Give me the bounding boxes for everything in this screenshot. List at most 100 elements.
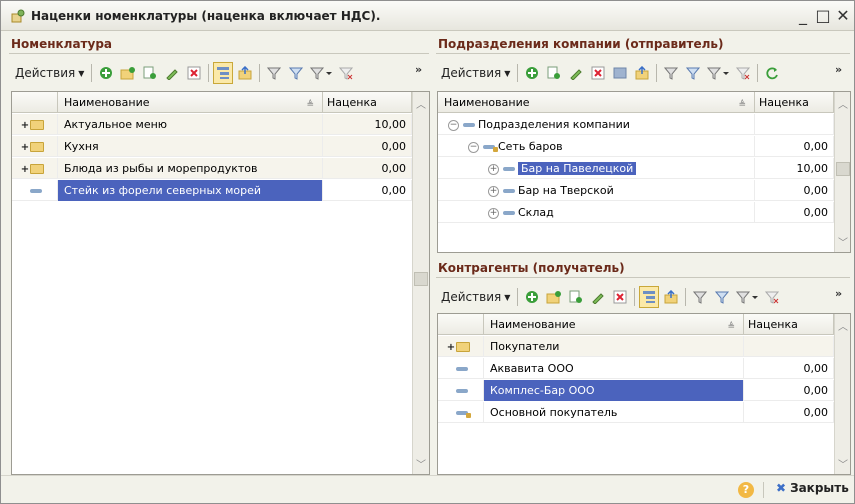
table-row[interactable]: + Актуальное меню 10,00 [12, 114, 412, 135]
scroll-down-icon[interactable]: ﹀ [838, 456, 848, 471]
counterparty-markup[interactable] [744, 336, 834, 357]
add-folder-icon[interactable] [118, 62, 138, 84]
filter-icon[interactable] [661, 62, 681, 84]
bottom-right-scrollbar[interactable]: ︿ ﹀ [834, 314, 850, 474]
top-right-col-markup-header[interactable]: Наценка [755, 92, 834, 113]
item-markup[interactable]: 0,00 [323, 136, 412, 157]
left-toolbar-more[interactable]: » [415, 63, 422, 76]
table-row[interactable]: + Блюда из рыбы и морепродуктов 0,00 [12, 158, 412, 179]
close-button[interactable]: ✖ Закрыть [776, 481, 849, 495]
expand-icon[interactable]: + [488, 185, 499, 197]
top-right-toolbar-more[interactable]: » [835, 63, 842, 76]
bottom-right-col-name-header[interactable]: Наименование ≜ [484, 314, 744, 335]
grid-icon[interactable] [610, 62, 630, 84]
item-markup[interactable]: 0,00 [755, 202, 834, 223]
vertical-splitter[interactable] [430, 33, 434, 475]
tree-row[interactable]: − Сеть баров 0,00 [438, 136, 834, 157]
tree-row[interactable]: + Бар на Павелецкой 10,00 [438, 158, 834, 179]
clear-filter-icon[interactable] [762, 286, 782, 308]
expand-icon[interactable]: + [20, 159, 30, 180]
edit-icon[interactable] [588, 286, 608, 308]
refresh-icon[interactable] [762, 62, 782, 84]
filter-icon[interactable] [264, 62, 284, 84]
add-icon[interactable] [522, 62, 542, 84]
collapse-icon[interactable]: − [448, 119, 459, 131]
scroll-thumb[interactable] [836, 162, 850, 176]
scroll-down-icon[interactable]: ﹀ [838, 234, 848, 249]
filter-menu-icon[interactable] [734, 286, 760, 308]
filter-menu-icon[interactable] [308, 62, 334, 84]
left-scrollbar[interactable]: ︿ ﹀ [412, 92, 429, 474]
copy-icon[interactable] [544, 62, 564, 84]
filter-icon[interactable] [690, 286, 710, 308]
counterparty-markup[interactable]: 0,00 [744, 380, 834, 401]
delete-icon[interactable] [588, 62, 608, 84]
counterparty-markup[interactable]: 0,00 [744, 402, 834, 423]
add-icon[interactable] [96, 62, 116, 84]
bottom-right-actions-menu[interactable]: Действия ▼ [437, 286, 514, 308]
left-col-name-header[interactable]: Наименование ≜ [58, 92, 323, 113]
table-row[interactable]: Основной покупатель 0,00 [438, 402, 834, 423]
expand-icon[interactable]: + [488, 207, 499, 219]
table-row[interactable]: + Кухня 0,00 [12, 136, 412, 157]
table-row[interactable]: Комплес-Бар ООО 0,00 [438, 380, 834, 401]
expand-icon[interactable]: + [20, 115, 30, 136]
tree-row[interactable]: − Подразделения компании [438, 114, 834, 135]
close-window-button[interactable]: ✕ [834, 6, 852, 25]
expand-icon[interactable]: + [446, 337, 456, 358]
item-markup[interactable]: 0,00 [755, 180, 834, 201]
table-row[interactable]: Стейк из форели северных морей 0,00 [12, 180, 412, 201]
delete-icon[interactable] [610, 286, 630, 308]
expand-icon[interactable]: + [20, 137, 30, 158]
up-level-icon[interactable] [661, 286, 681, 308]
left-actions-menu[interactable]: Действия ▼ [11, 62, 88, 84]
expand-icon[interactable]: + [488, 163, 499, 175]
left-col-markup-header[interactable]: Наценка [323, 92, 412, 113]
item-markup[interactable]: 10,00 [755, 158, 834, 179]
help-icon[interactable]: ? [738, 482, 754, 498]
item-markup[interactable]: 0,00 [323, 180, 412, 201]
filter-by-value-icon[interactable] [286, 62, 306, 84]
table-row[interactable]: + Покупатели [438, 336, 834, 357]
tree-cell: + Бар на Павелецкой [438, 158, 755, 179]
top-right-actions-label: Действия [441, 66, 502, 80]
top-right-col-name-header[interactable]: Наименование ≜ [438, 92, 755, 113]
table-row[interactable]: Аквавита ООО 0,00 [438, 358, 834, 379]
edit-icon[interactable] [162, 62, 182, 84]
copy-icon[interactable] [140, 62, 160, 84]
top-right-scrollbar[interactable]: ︿ ﹀ [834, 92, 850, 252]
top-right-actions-menu[interactable]: Действия ▼ [437, 62, 514, 84]
scroll-up-icon[interactable]: ︿ [838, 96, 848, 111]
hierarchy-icon[interactable] [639, 286, 660, 308]
bottom-right-toolbar-more[interactable]: » [835, 287, 842, 300]
add-folder-icon[interactable] [544, 286, 564, 308]
filter-by-value-icon[interactable] [683, 62, 703, 84]
hierarchy-icon[interactable] [213, 62, 234, 84]
delete-icon[interactable] [184, 62, 204, 84]
minimize-button[interactable]: _ [794, 6, 812, 25]
scroll-down-icon[interactable]: ﹀ [416, 456, 426, 471]
clear-filter-icon[interactable] [336, 62, 356, 84]
item-markup[interactable]: 0,00 [323, 158, 412, 179]
bottom-right-col-markup-header[interactable]: Наценка [744, 314, 834, 335]
edit-icon[interactable] [566, 62, 586, 84]
scroll-up-icon[interactable]: ︿ [416, 96, 426, 111]
copy-icon[interactable] [566, 286, 586, 308]
add-icon[interactable] [522, 286, 542, 308]
collapse-icon[interactable]: − [468, 141, 479, 153]
filter-by-value-icon[interactable] [712, 286, 732, 308]
counterparty-markup[interactable]: 0,00 [744, 358, 834, 379]
up-level-icon[interactable] [632, 62, 652, 84]
item-markup[interactable] [755, 114, 834, 135]
scroll-thumb[interactable] [414, 272, 428, 286]
item-markup[interactable]: 0,00 [755, 136, 834, 157]
scroll-up-icon[interactable]: ︿ [838, 318, 848, 333]
clear-filter-icon[interactable] [733, 62, 753, 84]
tree-row[interactable]: + Бар на Тверской 0,00 [438, 180, 834, 201]
filter-menu-icon[interactable] [705, 62, 731, 84]
tree-row[interactable]: + Склад 0,00 [438, 202, 834, 223]
up-level-icon[interactable] [235, 62, 255, 84]
item-markup[interactable]: 10,00 [323, 114, 412, 135]
maximize-button[interactable]: □ [814, 6, 832, 25]
left-title-divider [9, 53, 429, 54]
